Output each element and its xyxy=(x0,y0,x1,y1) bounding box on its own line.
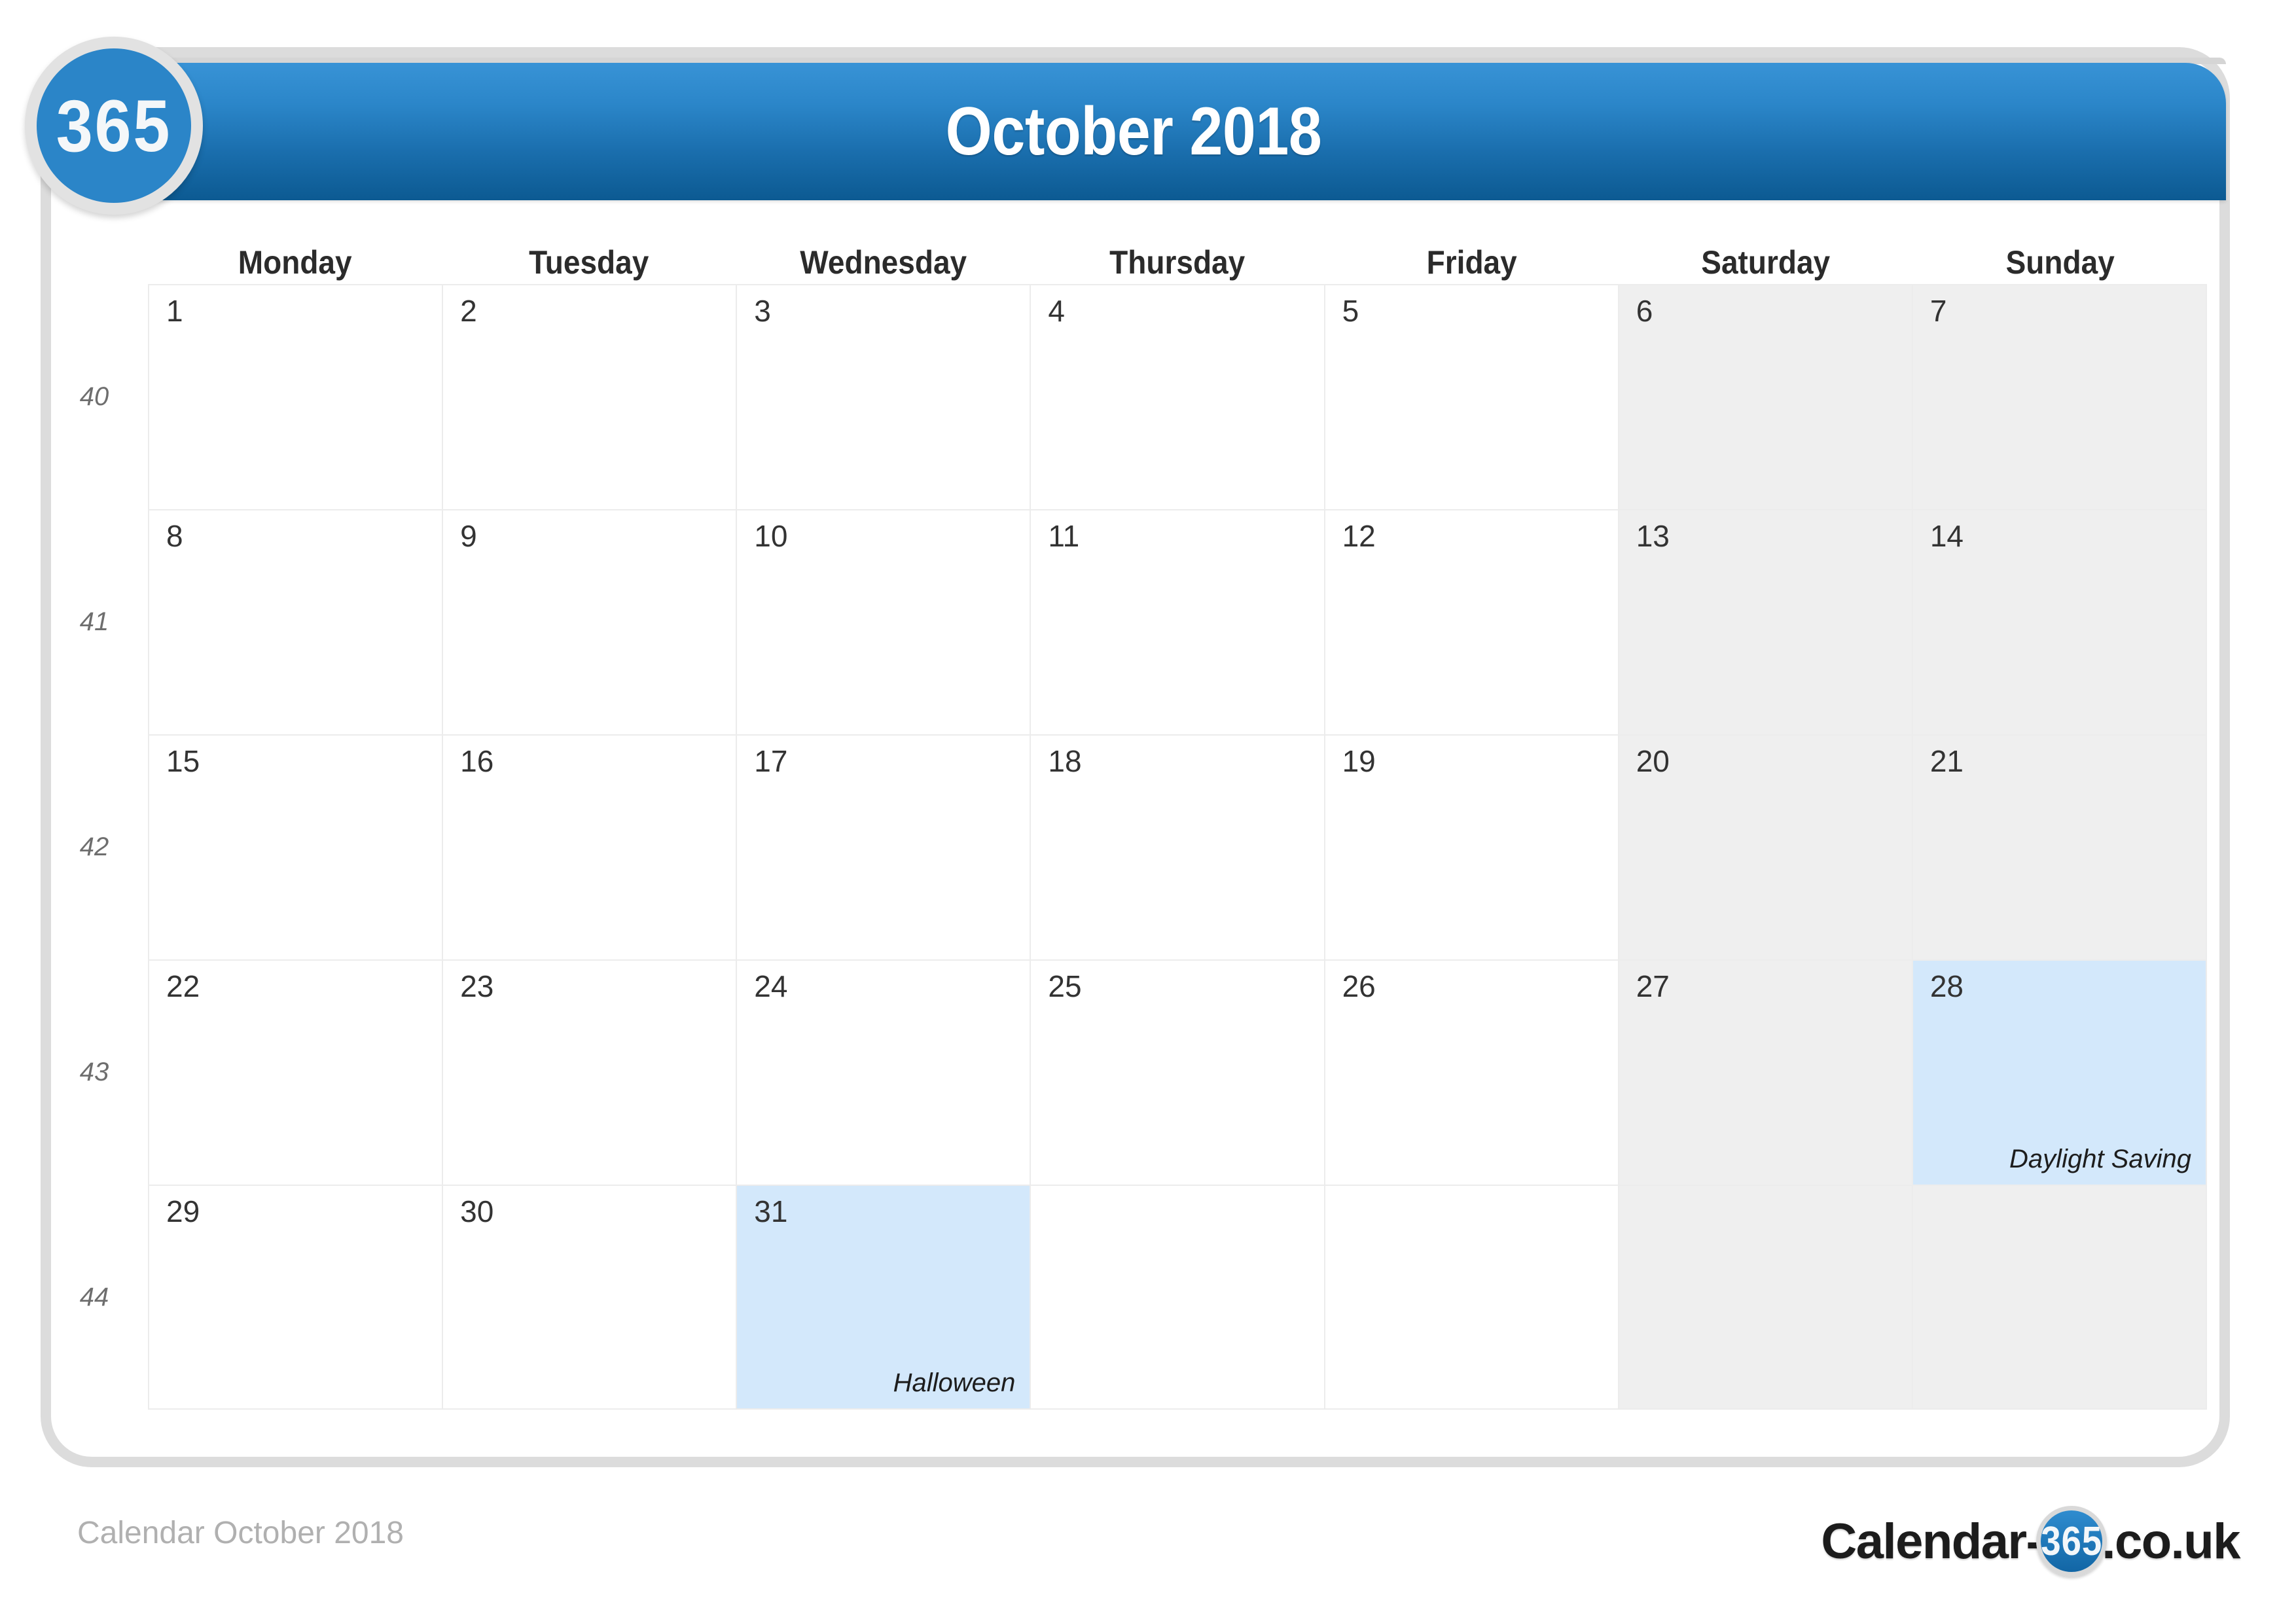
logo-prefix-text: Calendar- xyxy=(1821,1513,2043,1569)
day-cell[interactable]: 13 xyxy=(1617,509,1912,734)
header-bar: October 2018 xyxy=(119,63,2226,200)
weekday-header-monday: Monday xyxy=(238,244,352,281)
day-cell-empty xyxy=(1911,1185,2207,1410)
day-cell[interactable]: 10 xyxy=(736,509,1030,734)
site-logo[interactable]: Calendar- 365 .co.uk xyxy=(1821,1505,2240,1577)
day-cell[interactable]: 28 Daylight Saving xyxy=(1911,959,2207,1185)
day-cell[interactable]: 4 xyxy=(1030,284,1324,509)
week-number: 42 xyxy=(79,832,109,861)
day-event-label: Halloween xyxy=(893,1368,1016,1397)
day-number: 11 xyxy=(1048,519,1080,553)
weekday-header-thursday: Thursday xyxy=(1109,244,1246,281)
day-number: 13 xyxy=(1636,519,1670,553)
logo-365-circle-icon: 365 xyxy=(2036,1506,2108,1577)
day-cell[interactable]: 9 xyxy=(442,509,736,734)
day-number: 24 xyxy=(754,969,788,1003)
week-number: 43 xyxy=(79,1057,109,1086)
day-number: 6 xyxy=(1636,294,1653,328)
day-number: 2 xyxy=(460,294,477,328)
day-cell-empty xyxy=(1617,1185,1912,1410)
week-number: 44 xyxy=(79,1282,109,1311)
day-cell[interactable]: 19 xyxy=(1323,734,1618,959)
day-cell[interactable]: 6 xyxy=(1617,284,1912,509)
day-cell[interactable]: 3 xyxy=(736,284,1030,509)
day-number: 28 xyxy=(1929,969,1964,1003)
day-number: 17 xyxy=(754,744,788,778)
calendar-page: 365 October 2018 365 MondayTuesdayWednes… xyxy=(0,0,2296,1623)
day-number: 3 xyxy=(754,294,771,328)
calendar-weeks: 40 1 2 3 4 5 6 7 41 8 9 10 11 12 13 14 42 15 16 17 18 19 20 21 4… xyxy=(41,284,2207,1410)
day-cell-empty xyxy=(1323,1185,1618,1410)
week-number: 41 xyxy=(79,607,109,636)
day-cell[interactable]: 23 xyxy=(442,959,736,1185)
day-cell[interactable]: 16 xyxy=(442,734,736,959)
day-cell[interactable]: 2 xyxy=(442,284,736,509)
day-cell[interactable]: 30 xyxy=(442,1185,736,1410)
day-number: 26 xyxy=(1342,969,1376,1003)
day-cell[interactable]: 20 xyxy=(1617,734,1912,959)
brand-badge-365: 365 xyxy=(25,37,203,215)
week-number: 40 xyxy=(79,382,109,411)
day-number: 10 xyxy=(754,519,788,553)
calendar-week-row: 44 29 30 31 Halloween xyxy=(41,1185,2207,1410)
day-cell[interactable]: 7 xyxy=(1911,284,2207,509)
day-number: 5 xyxy=(1342,294,1359,328)
day-number: 22 xyxy=(166,969,200,1003)
day-cell[interactable]: 24 xyxy=(736,959,1030,1185)
day-number: 1 xyxy=(166,294,183,328)
day-event-label: Daylight Saving xyxy=(2009,1145,2191,1173)
day-number: 31 xyxy=(754,1194,788,1228)
day-number: 30 xyxy=(460,1194,494,1228)
logo-suffix-text: .co.uk xyxy=(2102,1513,2240,1569)
day-number: 19 xyxy=(1342,744,1376,778)
day-cell[interactable]: 5 xyxy=(1323,284,1618,509)
page-title: October 2018 xyxy=(945,94,1322,169)
day-cell[interactable]: 17 xyxy=(736,734,1030,959)
calendar-week-row: 40 1 2 3 4 5 6 7 xyxy=(41,284,2207,509)
weekday-header-saturday: Saturday xyxy=(1701,244,1831,281)
day-number: 8 xyxy=(166,519,183,553)
calendar-week-row: 42 15 16 17 18 19 20 21 xyxy=(41,734,2207,959)
weekday-header-wednesday: Wednesday xyxy=(800,244,967,281)
calendar-week-row: 43 22 23 24 25 26 27 28 Daylight Saving xyxy=(41,959,2207,1185)
day-cell[interactable]: 27 xyxy=(1617,959,1912,1185)
day-number: 18 xyxy=(1048,744,1082,778)
calendar-grid: Monday Tuesday Wednesday Thursday Friday Satu… xyxy=(41,243,2207,1410)
day-cell[interactable]: 14 xyxy=(1911,509,2207,734)
day-cell[interactable]: 26 xyxy=(1323,959,1618,1185)
weekday-header-sunday: Sunday xyxy=(2005,244,2115,281)
calendar-week-row: 41 8 9 10 11 12 13 14 xyxy=(41,509,2207,734)
weekday-header-tuesday: Tuesday xyxy=(529,244,649,281)
day-cell[interactable]: 31 Halloween xyxy=(736,1185,1030,1410)
footer-caption: Calendar October 2018 xyxy=(77,1516,404,1550)
day-number: 21 xyxy=(1929,744,1964,778)
day-cell[interactable]: 11 xyxy=(1030,509,1324,734)
day-cell[interactable]: 12 xyxy=(1323,509,1618,734)
day-cell[interactable]: 18 xyxy=(1030,734,1324,959)
day-number: 15 xyxy=(166,744,200,778)
day-cell-empty xyxy=(1030,1185,1324,1410)
day-cell[interactable]: 15 xyxy=(148,734,442,959)
day-cell[interactable]: 1 xyxy=(148,284,442,509)
day-cell[interactable]: 22 xyxy=(148,959,442,1185)
day-number: 23 xyxy=(460,969,494,1003)
weekday-header-friday: Friday xyxy=(1426,244,1517,281)
day-number: 29 xyxy=(166,1194,200,1228)
day-number: 14 xyxy=(1929,519,1964,553)
day-cell[interactable]: 25 xyxy=(1030,959,1324,1185)
day-number: 27 xyxy=(1636,969,1670,1003)
day-number: 25 xyxy=(1048,969,1082,1003)
day-cell[interactable]: 29 xyxy=(148,1185,442,1410)
day-number: 20 xyxy=(1636,744,1670,778)
day-cell[interactable]: 8 xyxy=(148,509,442,734)
day-number: 9 xyxy=(460,519,477,553)
logo-365-label: 365 xyxy=(2041,1518,2103,1564)
day-number: 16 xyxy=(460,744,494,778)
day-number: 4 xyxy=(1048,294,1066,328)
day-number: 12 xyxy=(1342,519,1376,553)
brand-badge-label: 365 xyxy=(56,84,172,167)
day-cell[interactable]: 21 xyxy=(1911,734,2207,959)
day-number: 7 xyxy=(1929,294,1947,328)
weekday-header-row: Monday Tuesday Wednesday Thursday Friday Satu… xyxy=(41,243,2207,284)
